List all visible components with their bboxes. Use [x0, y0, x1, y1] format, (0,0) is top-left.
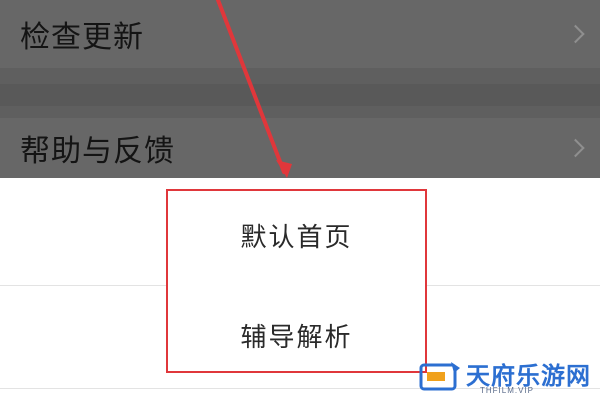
section-gap [0, 68, 600, 118]
settings-item-label: 检查更新 [20, 20, 144, 55]
option-default-home[interactable]: 默认首页 [168, 217, 425, 254]
watermark-site: THFILM.VIP [480, 386, 535, 395]
settings-item-label: 帮助与反馈 [20, 134, 175, 169]
highlighted-options-box: 默认首页 辅导解析 [166, 189, 427, 373]
settings-item-check-update[interactable]: 检查更新 [0, 0, 600, 68]
site-watermark: 天府乐游网 THFILM.VIP [418, 354, 598, 398]
chevron-right-icon [566, 24, 585, 44]
option-tutoring-analysis[interactable]: 辅导解析 [168, 317, 425, 354]
site-logo-icon [419, 362, 460, 391]
dimmed-settings-area: 检查更新 帮助与反馈 [0, 0, 600, 178]
section-gap-shade [0, 84, 600, 106]
chevron-right-icon [566, 138, 585, 158]
settings-item-help-feedback[interactable]: 帮助与反馈 [0, 118, 600, 178]
